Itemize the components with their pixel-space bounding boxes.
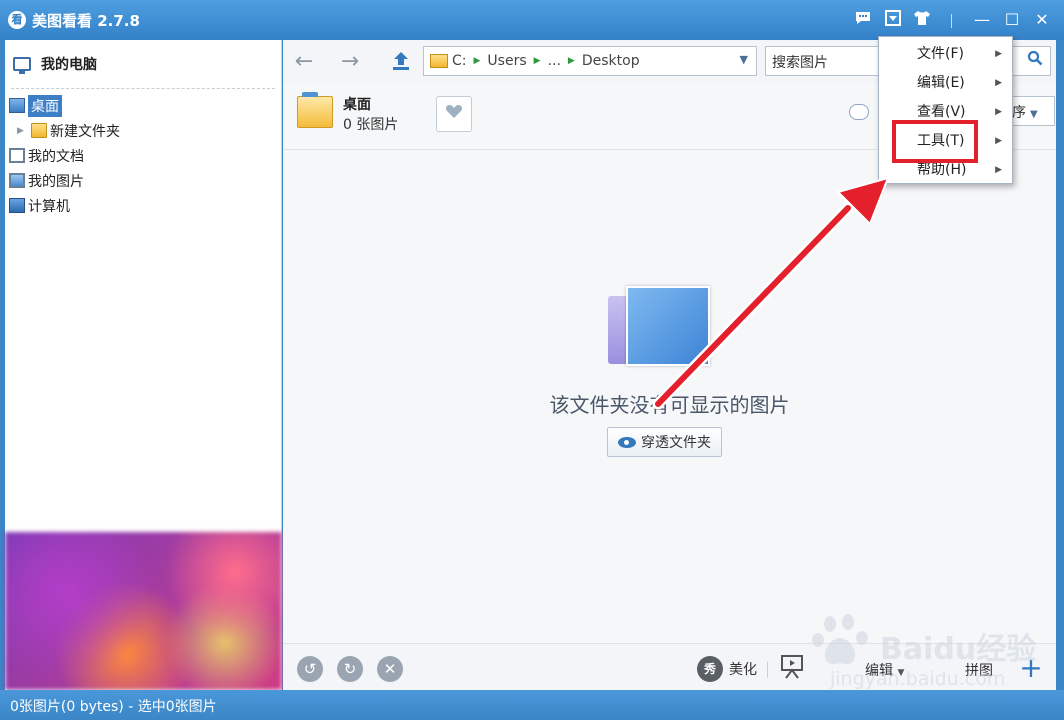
menu-item-label: 查看(V) xyxy=(917,104,966,120)
tree-item-new-folder[interactable]: ▶ 新建文件夹 xyxy=(5,118,281,143)
computer-icon xyxy=(9,198,25,213)
tree-item-computer[interactable]: 计算机 xyxy=(5,193,281,218)
pierce-button-label: 穿透文件夹 xyxy=(641,435,711,451)
forward-button[interactable]: → xyxy=(337,50,363,74)
chevron-right-icon: ▶ xyxy=(995,107,1002,117)
search-icon[interactable] xyxy=(1020,47,1050,75)
minimize-icon[interactable]: — xyxy=(971,10,993,30)
sidebar-header-label: 我的电脑 xyxy=(41,57,97,73)
menu-item-label: 帮助(H) xyxy=(917,162,967,178)
breadcrumb-item[interactable]: Desktop xyxy=(582,53,640,69)
chevron-down-icon: ▼ xyxy=(1030,109,1038,120)
expand-arrow-icon[interactable]: ▶ xyxy=(17,126,27,136)
app-logo-icon: 看 xyxy=(8,11,26,29)
empty-message: 该文件夹没有可显示的图片 xyxy=(549,393,790,417)
baidu-watermark: Baidu经验 jingyan.baidu.com xyxy=(810,610,1060,700)
zoom-slider-handle[interactable] xyxy=(849,104,869,120)
folder-tree: 桌面 ▶ 新建文件夹 我的文档 我的图片 计算机 xyxy=(5,89,281,218)
tree-item-desktop[interactable]: 桌面 xyxy=(5,93,281,118)
watermark-url: jingyan.baidu.com xyxy=(830,668,1006,690)
breadcrumb-arrow-icon[interactable]: ▶ xyxy=(474,56,481,66)
chevron-right-icon: ▶ xyxy=(995,136,1002,146)
drive-icon xyxy=(430,54,448,68)
breadcrumb-arrow-icon[interactable]: ▶ xyxy=(534,56,541,66)
tree-item-label: 我的图片 xyxy=(28,173,84,190)
chevron-right-icon: ▶ xyxy=(995,78,1002,88)
address-drive[interactable]: C: xyxy=(452,53,467,69)
pierce-folder-button[interactable]: 穿透文件夹 xyxy=(607,427,722,457)
preview-thumbnail xyxy=(5,532,282,690)
empty-pictures-icon xyxy=(608,286,716,372)
breadcrumb-arrow-icon[interactable]: ▶ xyxy=(568,56,575,66)
slideshow-icon[interactable] xyxy=(780,654,804,684)
folder-icon xyxy=(297,92,333,128)
delete-button[interactable]: ✕ xyxy=(377,656,403,682)
watermark-brand: Baidu经验 xyxy=(880,632,1037,667)
chat-icon[interactable] xyxy=(852,10,874,30)
chevron-right-icon: ▶ xyxy=(995,49,1002,59)
image-count: 0 张图片 xyxy=(343,117,399,133)
tree-item-documents[interactable]: 我的文档 xyxy=(5,143,281,168)
chevron-right-icon: ▶ xyxy=(995,165,1002,175)
paw-icon xyxy=(812,614,868,665)
chevron-down-icon[interactable]: ▼ xyxy=(740,53,748,66)
close-icon[interactable]: ✕ xyxy=(1031,10,1053,30)
up-folder-button[interactable] xyxy=(389,50,413,74)
menu-item-label: 编辑(E) xyxy=(917,75,965,91)
highlight-box-tools xyxy=(892,120,978,163)
sort-label: 序 xyxy=(1012,105,1026,121)
beautify-button[interactable]: 秀 美化 xyxy=(697,654,757,684)
sidebar: 我的电脑 桌面 ▶ 新建文件夹 我的文档 我的图片 计算机 xyxy=(5,40,282,690)
eye-icon xyxy=(618,436,636,448)
breadcrumb-item[interactable]: ... xyxy=(548,53,561,69)
menu-item-label: 文件(F) xyxy=(917,46,964,62)
beautify-label: 美化 xyxy=(729,662,757,678)
app-title: 美图看看 2.7.8 xyxy=(32,12,140,30)
title-bar: 看 美图看看 2.7.8 — ☐ ✕ xyxy=(0,0,1064,40)
back-button[interactable]: ← xyxy=(291,50,317,74)
document-icon xyxy=(9,148,25,163)
address-bar[interactable]: C: ▶ Users ▶ ... ▶ Desktop ▼ xyxy=(423,46,757,76)
pictures-icon xyxy=(9,173,25,188)
tree-item-label: 计算机 xyxy=(28,198,70,215)
folder-name: 桌面 xyxy=(343,97,371,113)
rotate-right-button[interactable]: ↻ xyxy=(337,656,363,682)
tshirt-icon[interactable] xyxy=(911,10,933,30)
tree-item-pictures[interactable]: 我的图片 xyxy=(5,168,281,193)
folder-icon xyxy=(31,123,47,138)
rotate-left-button[interactable]: ↺ xyxy=(297,656,323,682)
desktop-icon xyxy=(9,98,25,113)
tree-item-label: 我的文档 xyxy=(28,148,84,165)
maximize-icon[interactable]: ☐ xyxy=(1001,10,1023,30)
dropdown-icon[interactable] xyxy=(882,10,904,30)
tree-item-label: 桌面 xyxy=(28,94,62,117)
toolbar-divider xyxy=(767,662,768,678)
menu-item-file[interactable]: 文件(F) ▶ xyxy=(879,40,1012,69)
breadcrumb-item[interactable]: Users xyxy=(487,53,526,69)
search-placeholder: 搜索图片 xyxy=(772,55,828,71)
tree-item-label: 新建文件夹 xyxy=(50,123,120,140)
xiu-badge-icon: 秀 xyxy=(697,656,723,682)
sidebar-header[interactable]: 我的电脑 xyxy=(5,40,281,88)
monitor-icon xyxy=(13,57,31,74)
menu-item-edit[interactable]: 编辑(E) ▶ xyxy=(879,69,1012,98)
favorite-button[interactable] xyxy=(436,96,472,132)
titlebar-divider xyxy=(951,14,952,28)
